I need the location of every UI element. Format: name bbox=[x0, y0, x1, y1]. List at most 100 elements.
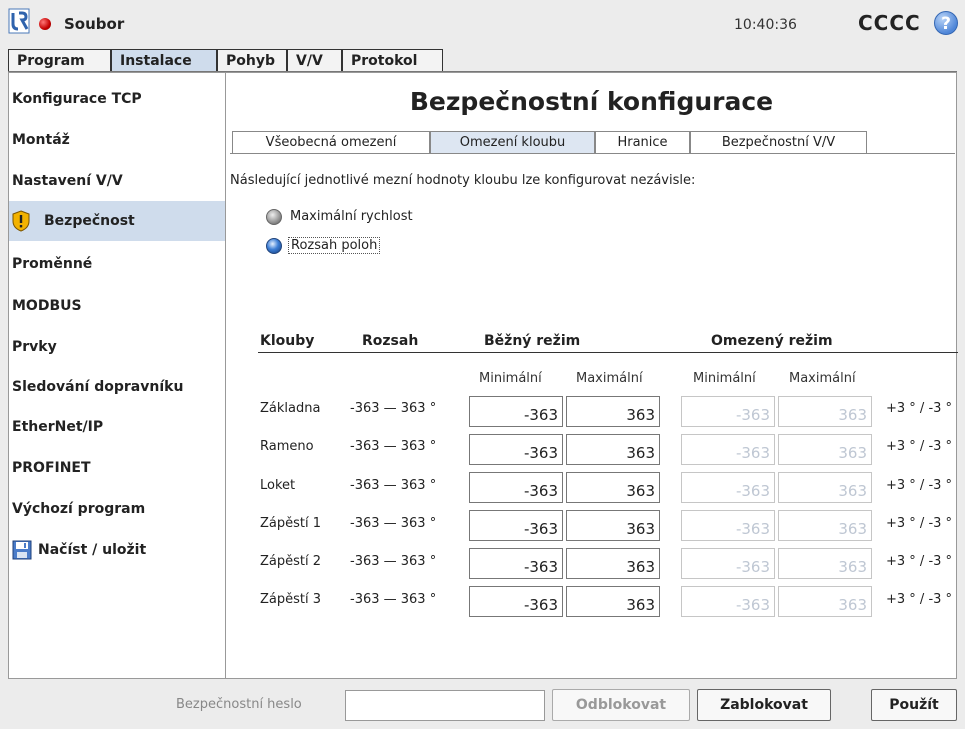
normal-min-field[interactable]: -363 bbox=[469, 586, 563, 617]
sidebar-item-label: EtherNet/IP bbox=[12, 419, 104, 435]
reduced-min-field: -363 bbox=[681, 586, 775, 617]
sidebar: Konfigurace TCP Montáž Nastavení V/V Bez… bbox=[8, 72, 226, 679]
normal-mode-header: Běžný režim bbox=[484, 333, 581, 349]
tab-protokol[interactable]: Protokol bbox=[342, 49, 443, 71]
reduced-min-field: -363 bbox=[681, 472, 775, 503]
tab-safety-io[interactable]: Bezpečnostní V/V bbox=[690, 131, 867, 153]
joint-name: Loket bbox=[260, 478, 296, 493]
top-bar: Soubor 10:40:36 CCCC ? bbox=[0, 0, 965, 48]
save-disk-icon bbox=[12, 540, 32, 560]
position-range-radio[interactable] bbox=[266, 238, 282, 254]
sidebar-item-io-setup[interactable]: Nastavení V/V bbox=[9, 161, 225, 201]
tab-general-limits[interactable]: Všeobecná omezení bbox=[232, 131, 430, 153]
normal-max-field[interactable]: 363 bbox=[566, 434, 660, 465]
sidebar-item-label: Konfigurace TCP bbox=[12, 91, 142, 107]
unlock-button: Odblokovat bbox=[552, 689, 690, 721]
normal-min-field[interactable]: -363 bbox=[469, 548, 563, 579]
tab-instalace[interactable]: Instalace bbox=[111, 49, 217, 73]
joint-range: -363 — 363 ° bbox=[350, 516, 437, 531]
reduced-min-field: -363 bbox=[681, 434, 775, 465]
normal-min-field[interactable]: -363 bbox=[469, 472, 563, 503]
normal-max-field[interactable]: 363 bbox=[566, 472, 660, 503]
normal-min-field[interactable]: -363 bbox=[469, 396, 563, 427]
header-divider bbox=[258, 352, 958, 353]
sidebar-item-label: Bezpečnost bbox=[44, 213, 135, 229]
tab-joint-limits[interactable]: Omezení kloubu bbox=[430, 131, 595, 153]
max-speed-label[interactable]: Maximální rychlost bbox=[290, 209, 413, 224]
reduced-min-field: -363 bbox=[681, 510, 775, 541]
sidebar-item-label: Montáž bbox=[12, 132, 70, 148]
joint-name: Rameno bbox=[260, 439, 314, 454]
reduced-max-field: 363 bbox=[778, 510, 872, 541]
safety-config-panel: Bezpečnostní konfigurace Všeobecná omeze… bbox=[226, 72, 958, 679]
joint-range: -363 — 363 ° bbox=[350, 401, 437, 416]
joint-range: -363 — 363 ° bbox=[350, 592, 437, 607]
help-icon[interactable]: ? bbox=[934, 11, 958, 35]
file-menu[interactable]: Soubor bbox=[64, 15, 124, 33]
ur-logo-icon bbox=[8, 8, 30, 34]
sidebar-item-conveyor[interactable]: Sledování dopravníku bbox=[9, 367, 225, 407]
joint-range: -363 — 363 ° bbox=[350, 554, 437, 569]
sidebar-item-label: Výchozí program bbox=[12, 501, 146, 517]
sidebar-item-features[interactable]: Prvky bbox=[9, 327, 225, 367]
tolerance-label: +3 ° / -3 ° bbox=[886, 439, 953, 454]
password-label: Bezpečnostní heslo bbox=[176, 697, 302, 712]
reduced-min-field: -363 bbox=[681, 548, 775, 579]
normal-min-field[interactable]: -363 bbox=[469, 434, 563, 465]
reduced-mode-header: Omezený režim bbox=[711, 333, 833, 349]
robot-status-icon bbox=[39, 18, 51, 30]
joint-name: Zápěstí 2 bbox=[260, 554, 322, 569]
reduced-min-field: -363 bbox=[681, 396, 775, 427]
joints-header: Klouby bbox=[260, 333, 315, 349]
apply-button[interactable]: Použít bbox=[871, 689, 957, 721]
sidebar-item-load-save[interactable]: Načíst / uložit bbox=[9, 530, 225, 570]
safety-sub-tabs: Všeobecná omezení Omezení kloubu Hranice… bbox=[226, 131, 957, 155]
app-window: Soubor 10:40:36 CCCC ? Program Instalace… bbox=[0, 0, 965, 729]
lock-button[interactable]: Zablokovat bbox=[697, 689, 831, 721]
reduced-max-header: Maximální bbox=[789, 371, 856, 386]
page-title: Bezpečnostní konfigurace bbox=[409, 87, 774, 116]
warning-shield-icon bbox=[12, 210, 30, 232]
joint-range: -363 — 363 ° bbox=[350, 439, 437, 454]
tab-boundaries[interactable]: Hranice bbox=[595, 131, 690, 153]
clock: 10:40:36 bbox=[734, 17, 797, 33]
max-speed-radio[interactable] bbox=[266, 209, 282, 225]
tolerance-label: +3 ° / -3 ° bbox=[886, 516, 953, 531]
normal-min-field[interactable]: -363 bbox=[469, 510, 563, 541]
joint-name: Zápěstí 1 bbox=[260, 516, 322, 531]
sidebar-item-label: Sledování dopravníku bbox=[12, 379, 184, 395]
sidebar-item-default-program[interactable]: Výchozí program bbox=[9, 489, 225, 529]
reduced-max-field: 363 bbox=[778, 396, 872, 427]
reduced-max-field: 363 bbox=[778, 586, 872, 617]
range-header: Rozsah bbox=[362, 333, 419, 349]
normal-max-field[interactable]: 363 bbox=[566, 510, 660, 541]
sidebar-item-label: Prvky bbox=[12, 339, 57, 355]
tab-program[interactable]: Program bbox=[8, 49, 111, 71]
sidebar-item-montaz[interactable]: Montáž bbox=[9, 120, 225, 160]
reduced-max-field: 363 bbox=[778, 472, 872, 503]
reduced-min-header: Minimální bbox=[693, 371, 756, 386]
sidebar-item-safety[interactable]: Bezpečnost bbox=[9, 201, 225, 241]
normal-min-header: Minimální bbox=[479, 371, 542, 386]
tab-pohyb[interactable]: Pohyb bbox=[217, 49, 287, 71]
sidebar-item-ethernetip[interactable]: EtherNet/IP bbox=[9, 407, 225, 447]
joint-name: Základna bbox=[260, 401, 321, 416]
joint-range: -363 — 363 ° bbox=[350, 478, 437, 493]
sidebar-item-label: Proměnné bbox=[12, 256, 93, 272]
normal-max-field[interactable]: 363 bbox=[566, 548, 660, 579]
sidebar-item-variables[interactable]: Proměnné bbox=[9, 244, 225, 284]
tolerance-label: +3 ° / -3 ° bbox=[886, 592, 953, 607]
tolerance-label: +3 ° / -3 ° bbox=[886, 554, 953, 569]
reduced-max-field: 363 bbox=[778, 548, 872, 579]
sidebar-item-tcp[interactable]: Konfigurace TCP bbox=[9, 79, 225, 119]
tolerance-label: +3 ° / -3 ° bbox=[886, 401, 953, 416]
password-input[interactable] bbox=[345, 690, 545, 721]
sidebar-item-profinet[interactable]: PROFINET bbox=[9, 448, 225, 488]
sub-tabs-divider bbox=[230, 153, 955, 154]
bottom-bar: Bezpečnostní heslo Odblokovat Zablokovat… bbox=[0, 680, 965, 729]
sidebar-item-modbus[interactable]: MODBUS bbox=[9, 286, 225, 326]
normal-max-field[interactable]: 363 bbox=[566, 396, 660, 427]
position-range-label[interactable]: Rozsah poloh bbox=[288, 237, 381, 254]
normal-max-field[interactable]: 363 bbox=[566, 586, 660, 617]
tab-vv[interactable]: V/V bbox=[287, 49, 342, 71]
